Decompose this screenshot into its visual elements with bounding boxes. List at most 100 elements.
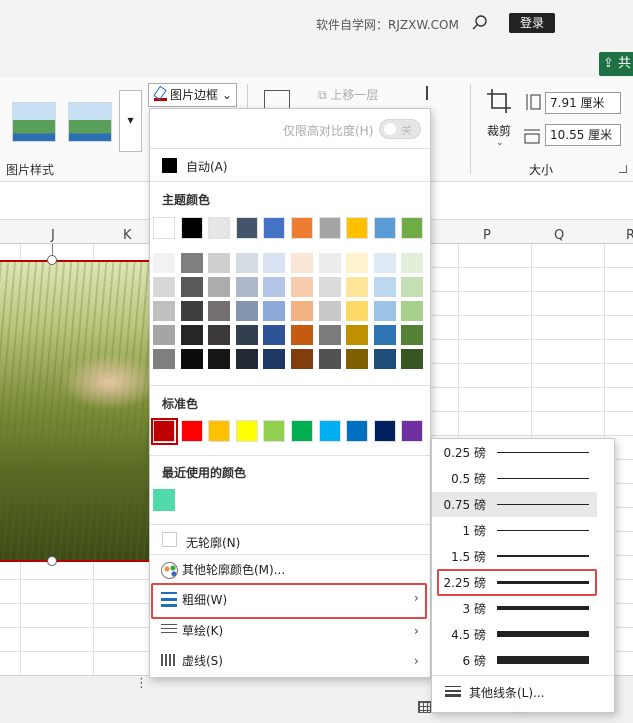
theme-tint-swatch[interactable] xyxy=(346,349,369,369)
theme-tint-swatch[interactable] xyxy=(235,325,258,345)
weight-option-label[interactable]: 4.5 磅 xyxy=(432,626,486,643)
theme-tint-swatch[interactable] xyxy=(346,325,369,345)
theme-tint-swatch[interactable] xyxy=(373,325,396,345)
auto-color-label[interactable]: 自动(A) xyxy=(186,158,228,175)
theme-color-swatch[interactable] xyxy=(180,217,203,239)
theme-tint-swatch[interactable] xyxy=(263,349,286,369)
picture-icon[interactable] xyxy=(264,90,290,110)
weight-item-label[interactable]: 粗细(W) xyxy=(182,591,227,608)
theme-color-swatch[interactable] xyxy=(208,217,231,239)
standard-color-swatch[interactable] xyxy=(318,420,341,442)
theme-color-swatch[interactable] xyxy=(373,217,396,239)
theme-tint-swatch[interactable] xyxy=(180,325,203,345)
theme-tint-swatch[interactable] xyxy=(208,325,231,345)
theme-color-swatch[interactable] xyxy=(318,217,341,239)
resize-handle-top[interactable] xyxy=(47,255,57,265)
share-button[interactable]: ⇪ 共 xyxy=(599,52,633,76)
theme-tint-swatch[interactable] xyxy=(401,277,424,297)
theme-tint-swatch[interactable] xyxy=(263,253,286,273)
bring-forward-button[interactable]: ⧉ 上移一层 xyxy=(318,86,378,103)
theme-tint-swatch[interactable] xyxy=(318,277,341,297)
dialog-launcher-icon[interactable] xyxy=(619,165,627,173)
normal-view-icon[interactable] xyxy=(418,701,431,713)
login-button[interactable]: 登录 xyxy=(509,13,555,33)
theme-tint-swatch[interactable] xyxy=(318,349,341,369)
theme-tint-swatch[interactable] xyxy=(346,301,369,321)
theme-tint-swatch[interactable] xyxy=(235,277,258,297)
standard-color-swatch[interactable] xyxy=(346,420,369,442)
weight-option-label[interactable]: 0.75 磅 xyxy=(432,496,486,513)
more-outline-colors-item[interactable]: 其他轮廓颜色(M)... xyxy=(182,561,285,578)
resize-handle-bottom[interactable] xyxy=(47,556,57,566)
theme-tint-swatch[interactable] xyxy=(318,253,341,273)
theme-tint-swatch[interactable] xyxy=(373,349,396,369)
more-lines-item[interactable]: 其他线条(L)... xyxy=(469,684,545,701)
theme-color-swatch[interactable] xyxy=(153,217,175,239)
theme-tint-swatch[interactable] xyxy=(373,301,396,321)
theme-tint-swatch[interactable] xyxy=(153,277,175,297)
standard-color-swatch[interactable] xyxy=(180,420,203,442)
sketch-menu-item[interactable]: 草绘(K) xyxy=(182,622,223,639)
theme-tint-swatch[interactable] xyxy=(318,301,341,321)
weight-option-label[interactable]: 1 磅 xyxy=(432,522,486,539)
column-header-q[interactable]: Q xyxy=(554,228,564,243)
recent-color-swatch[interactable] xyxy=(153,489,175,511)
theme-color-swatch[interactable] xyxy=(235,217,258,239)
theme-tint-swatch[interactable] xyxy=(235,253,258,273)
column-header-p[interactable]: P xyxy=(483,228,491,243)
theme-color-swatch[interactable] xyxy=(263,217,286,239)
standard-color-swatch[interactable] xyxy=(291,420,313,442)
standard-color-swatch[interactable] xyxy=(263,420,286,442)
theme-tint-swatch[interactable] xyxy=(235,349,258,369)
theme-tint-swatch[interactable] xyxy=(208,253,231,273)
no-outline-swatch[interactable] xyxy=(162,532,177,547)
crop-icon[interactable] xyxy=(486,88,512,114)
theme-tint-swatch[interactable] xyxy=(153,253,175,273)
theme-tint-swatch[interactable] xyxy=(401,325,424,345)
theme-tint-swatch[interactable] xyxy=(401,349,424,369)
theme-tint-swatch[interactable] xyxy=(373,277,396,297)
picture-style-thumbnail[interactable] xyxy=(68,102,112,142)
standard-color-swatch[interactable] xyxy=(208,420,231,442)
theme-tint-swatch[interactable] xyxy=(263,325,286,345)
dash-menu-item[interactable]: 虚线(S) xyxy=(182,652,223,669)
weight-option-label[interactable]: 1.5 磅 xyxy=(432,548,486,565)
theme-tint-swatch[interactable] xyxy=(153,349,175,369)
standard-color-swatch[interactable] xyxy=(373,420,396,442)
theme-tint-swatch[interactable] xyxy=(153,301,175,321)
chevron-down-icon[interactable]: ⌄ xyxy=(496,138,504,148)
theme-color-swatch[interactable] xyxy=(401,217,424,239)
standard-color-swatch[interactable] xyxy=(401,420,424,442)
theme-tint-swatch[interactable] xyxy=(373,253,396,273)
theme-tint-swatch[interactable] xyxy=(263,277,286,297)
column-header-j[interactable]: J xyxy=(51,228,55,243)
theme-tint-swatch[interactable] xyxy=(208,277,231,297)
theme-tint-swatch[interactable] xyxy=(346,277,369,297)
theme-tint-swatch[interactable] xyxy=(291,253,313,273)
theme-color-swatch[interactable] xyxy=(291,217,313,239)
weight-option-label[interactable]: 0.5 磅 xyxy=(432,470,486,487)
theme-tint-swatch[interactable] xyxy=(208,349,231,369)
selected-picture[interactable] xyxy=(0,260,150,562)
search-icon[interactable] xyxy=(471,14,489,32)
theme-tint-swatch[interactable] xyxy=(235,301,258,321)
theme-tint-swatch[interactable] xyxy=(180,277,203,297)
weight-option-label[interactable]: 0.25 磅 xyxy=(432,444,486,461)
standard-color-swatch[interactable] xyxy=(235,420,258,442)
styles-more-button[interactable]: ▾ xyxy=(119,90,142,152)
column-header-k[interactable]: K xyxy=(123,228,132,243)
height-input[interactable]: 7.91 厘米 xyxy=(545,92,621,114)
theme-tint-swatch[interactable] xyxy=(318,325,341,345)
align-icon[interactable] xyxy=(426,86,452,100)
theme-tint-swatch[interactable] xyxy=(291,325,313,345)
theme-tint-swatch[interactable] xyxy=(401,253,424,273)
width-input[interactable]: 10.55 厘米 xyxy=(545,124,621,146)
no-outline-item[interactable]: 无轮廓(N) xyxy=(186,534,240,551)
theme-tint-swatch[interactable] xyxy=(180,301,203,321)
crop-label[interactable]: 裁剪 xyxy=(487,122,511,139)
theme-tint-swatch[interactable] xyxy=(263,301,286,321)
theme-tint-swatch[interactable] xyxy=(180,349,203,369)
theme-tint-swatch[interactable] xyxy=(208,301,231,321)
more-options-icon[interactable]: ⋮ xyxy=(135,676,148,691)
weight-option-label[interactable]: 6 磅 xyxy=(432,652,486,669)
